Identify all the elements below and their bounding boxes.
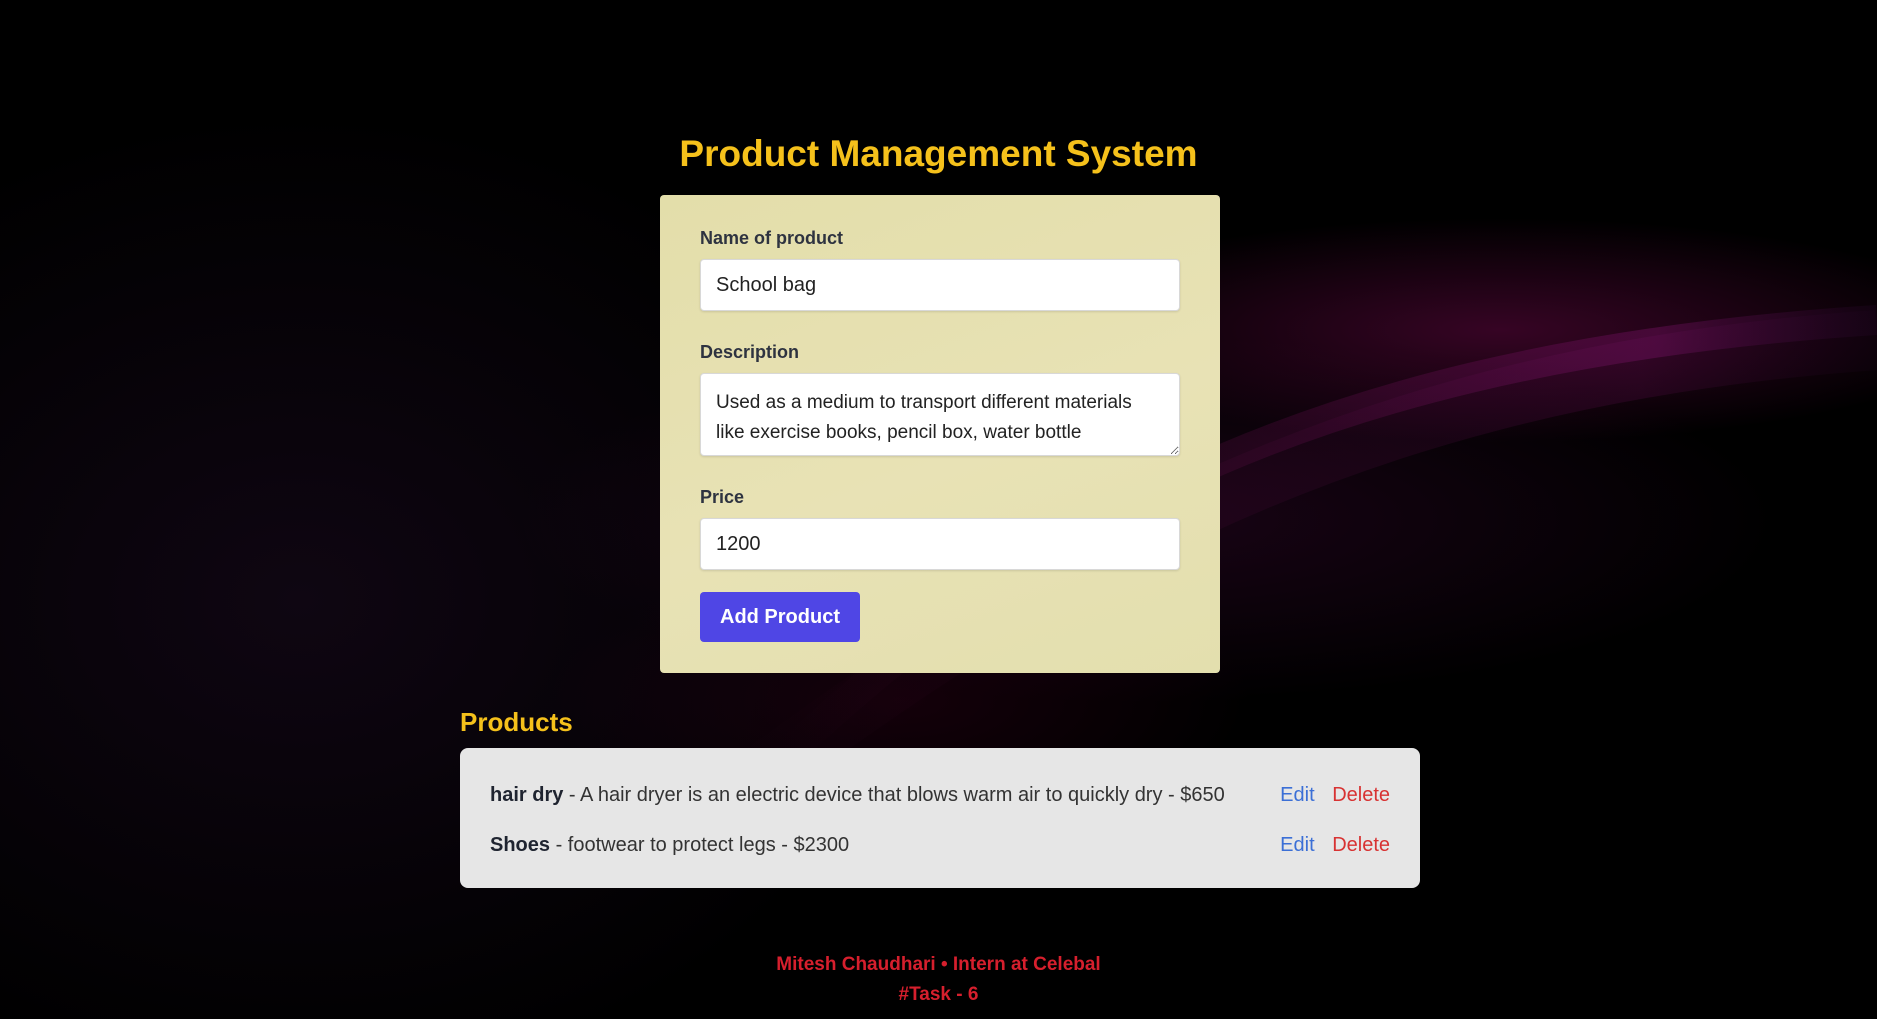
name-label: Name of product [700,228,844,248]
description-field-group: Description Used as a medium to transpor… [700,341,1180,456]
product-detail: - A hair dryer is an electric device tha… [563,784,1225,806]
add-product-button[interactable]: Add Product [700,592,860,642]
delete-button[interactable]: Delete [1332,784,1390,806]
product-detail: - footwear to protect legs - $2300 [550,834,850,856]
page-title: Product Management System [679,133,1198,174]
footer: Mitesh Chaudhari • Intern at Celebal #Ta… [0,950,1877,1010]
price-input[interactable] [700,518,1180,570]
delete-button[interactable]: Delete [1332,834,1390,856]
product-actions: Edit Delete [1280,820,1390,870]
description-label: Description [700,342,800,362]
product-actions: Edit Delete [1280,770,1390,820]
products-list: hair dry - A hair dryer is an electric d… [460,748,1420,888]
product-form: Name of product Description Used as a me… [660,195,1220,673]
price-label: Price [700,487,745,507]
price-field-group: Price [700,486,1180,570]
edit-button[interactable]: Edit [1280,784,1314,806]
product-name: Shoes [490,834,551,856]
footer-credit: Mitesh Chaudhari • Intern at Celebal [776,954,1101,975]
edit-button[interactable]: Edit [1280,834,1314,856]
description-textarea[interactable]: Used as a medium to transport different … [700,373,1180,456]
list-item: Shoes - footwear to protect legs - $2300… [490,820,1390,870]
products-heading: Products [460,707,573,737]
product-name-input[interactable] [700,259,1180,311]
list-item: hair dry - A hair dryer is an electric d… [490,770,1390,820]
name-field-group: Name of product [700,227,1180,311]
footer-task: #Task - 6 [898,984,979,1005]
product-name: hair dry [490,784,564,806]
